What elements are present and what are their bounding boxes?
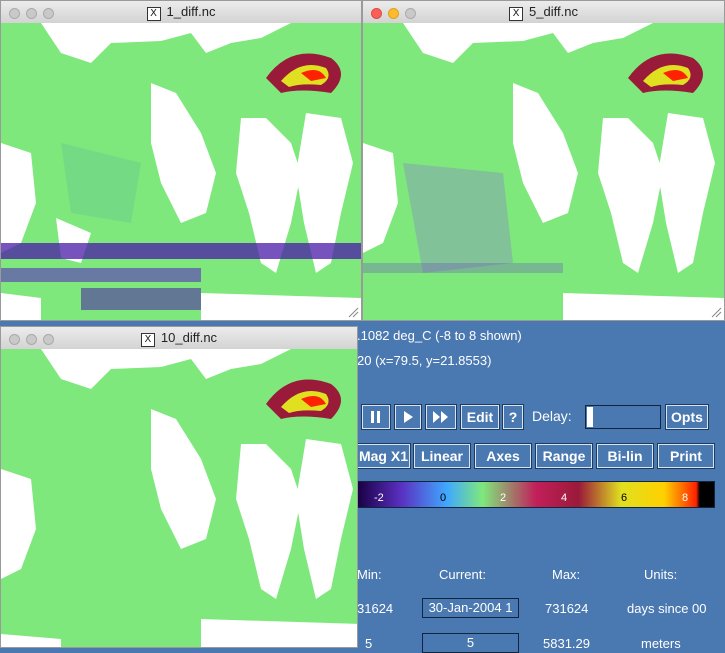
header-units: Units: xyxy=(644,567,678,582)
window-10-title-text: 10_diff.nc xyxy=(160,330,218,345)
pause-icon xyxy=(371,411,380,423)
colorbar-tick: 6 xyxy=(621,492,628,504)
window-5-title: X 5_diff.nc xyxy=(363,4,724,21)
window-10-titlebar[interactable]: X 10_diff.nc xyxy=(1,327,357,350)
window-1-title: X 1_diff.nc xyxy=(1,4,361,21)
fast-forward-button[interactable] xyxy=(425,404,457,430)
pause-button[interactable] xyxy=(361,404,391,430)
map-image-1[interactable] xyxy=(1,23,362,321)
edit-button[interactable]: Edit xyxy=(460,404,500,430)
x11-icon: X xyxy=(146,7,161,21)
window-5-title-text: 5_diff.nc xyxy=(529,4,578,19)
row1-units: days since 00 xyxy=(627,601,707,616)
print-button[interactable]: Print xyxy=(657,443,715,469)
window-10-diff[interactable]: X 10_diff.nc xyxy=(0,326,358,648)
map-image-5[interactable] xyxy=(363,23,725,321)
colorbar-tick: 8 xyxy=(682,492,689,504)
window-5-titlebar[interactable]: X 5_diff.nc xyxy=(363,1,724,24)
x11-icon: X xyxy=(140,333,155,347)
window-1-titlebar[interactable]: X 1_diff.nc xyxy=(1,1,361,24)
range-button[interactable]: Range xyxy=(535,443,593,469)
opts-button[interactable]: Opts xyxy=(665,404,709,430)
colorbar-tick: 4 xyxy=(561,492,568,504)
delay-slider[interactable] xyxy=(585,405,661,429)
step-forward-button[interactable] xyxy=(394,404,422,430)
colorbar-tick: 2 xyxy=(500,492,507,504)
axes-button[interactable]: Axes xyxy=(474,443,532,469)
play-icon xyxy=(404,411,413,423)
bilinear-button[interactable]: Bi-lin xyxy=(596,443,654,469)
linear-button[interactable]: Linear xyxy=(413,443,471,469)
help-button[interactable]: ? xyxy=(502,404,524,430)
colorbar: -2 0 2 4 6 8 xyxy=(357,481,715,508)
header-max: Max: xyxy=(552,567,581,582)
resize-grip-icon[interactable] xyxy=(347,306,359,318)
location-readout: 20 (x=79.5, y=21.8553) xyxy=(357,353,492,368)
window-5-diff[interactable]: X 5_diff.nc xyxy=(362,0,725,321)
window-1-title-text: 1_diff.nc xyxy=(166,4,216,19)
header-min: Min: xyxy=(357,567,382,582)
delay-slider-thumb[interactable] xyxy=(587,407,593,427)
row2-current-field[interactable]: 5 xyxy=(422,633,519,653)
value-readout: .1082 deg_C (-8 to 8 shown) xyxy=(357,328,522,343)
map-image-10[interactable] xyxy=(1,349,358,648)
window-10-title: X 10_diff.nc xyxy=(1,330,357,347)
row1-min: 31624 xyxy=(357,601,394,616)
delay-label: Delay: xyxy=(532,408,572,424)
row2-units: meters xyxy=(641,636,681,651)
colorbar-tick: -2 xyxy=(374,492,384,504)
window-1-diff[interactable]: X 1_diff.nc xyxy=(0,0,362,321)
fast-forward-icon xyxy=(433,411,448,423)
header-current: Current: xyxy=(439,567,486,582)
mag-button[interactable]: Mag X1 xyxy=(356,443,411,469)
row1-max: 731624 xyxy=(545,601,589,616)
row1-current-field[interactable]: 30-Jan-2004 1 xyxy=(422,598,519,618)
row2-min: 5 xyxy=(365,636,373,651)
x11-icon: X xyxy=(509,7,524,21)
resize-grip-icon[interactable] xyxy=(710,306,722,318)
colorbar-gradient xyxy=(358,482,714,507)
row2-max: 5831.29 xyxy=(543,636,590,651)
colorbar-tick: 0 xyxy=(440,492,447,504)
control-panel: .1082 deg_C (-8 to 8 shown) 20 (x=79.5, … xyxy=(356,321,725,653)
